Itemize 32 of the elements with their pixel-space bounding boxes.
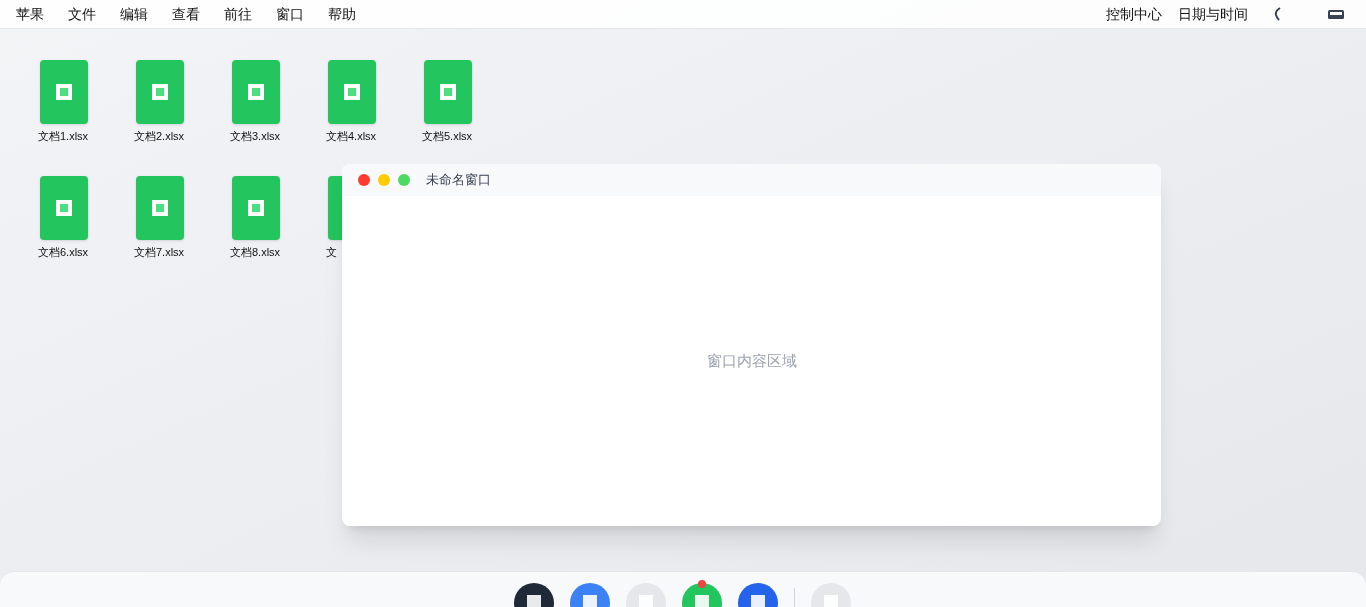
menu-item[interactable]: 窗口: [276, 3, 304, 25]
spreadsheet-file-icon[interactable]: [424, 60, 472, 124]
file-label: 文档4.xlsx: [326, 129, 377, 144]
status-item[interactable]: 控制中心: [1106, 3, 1162, 25]
menu-item[interactable]: 苹果: [16, 3, 44, 25]
file-label: 文档7.xlsx: [134, 244, 185, 260]
spreadsheet-file-icon[interactable]: [232, 175, 280, 240]
close-button[interactable]: [358, 174, 370, 186]
file-label: 文档5.xlsx: [422, 129, 473, 144]
window-title: 未命名窗口: [426, 171, 491, 190]
menu-item[interactable]: 查看: [172, 3, 200, 25]
file-label: 文档2.xlsx: [134, 129, 185, 144]
menu-item[interactable]: 编辑: [120, 3, 148, 25]
spreadsheet-file-icon[interactable]: [40, 60, 88, 124]
file-label: 文档3.xlsx: [230, 129, 281, 144]
spreadsheet-file-icon[interactable]: [232, 60, 280, 124]
status-item[interactable]: 日期与时间: [1178, 3, 1248, 25]
file-label: 文档1.xlsx: [38, 129, 89, 144]
spreadsheet-file-icon[interactable]: [40, 175, 88, 240]
file-label: 文: [326, 244, 337, 260]
menu-item[interactable]: 前往: [224, 3, 252, 25]
content-placeholder-text: 窗口内容区域: [706, 350, 797, 371]
spreadsheet-file-icon[interactable]: [136, 175, 184, 240]
menu-item[interactable]: 帮助: [328, 3, 356, 25]
battery-icon[interactable]: [1328, 9, 1344, 19]
spreadsheet-file-icon[interactable]: [328, 60, 376, 124]
maximize-button[interactable]: [398, 174, 410, 186]
file-label: 文档6.xlsx: [38, 244, 89, 260]
menu-item[interactable]: 文件: [68, 3, 96, 25]
spreadsheet-file-icon[interactable]: [136, 60, 184, 124]
file-label: 文档8.xlsx: [230, 244, 281, 260]
minimize-button[interactable]: [378, 174, 390, 186]
